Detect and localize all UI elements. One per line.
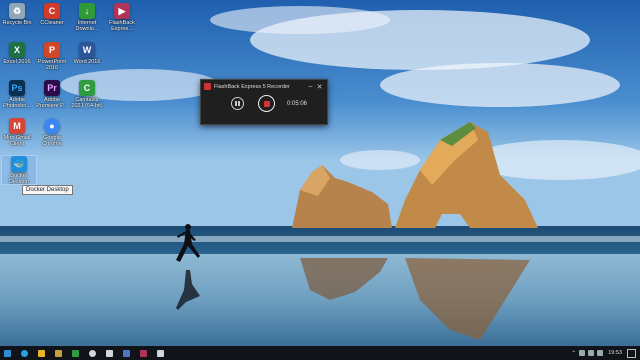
system-tray: ⌃ 19:53 [568,346,636,360]
close-button[interactable]: ✕ [315,83,324,91]
desktop-icon-area: ♻ Recycle Bin C CCleaner ↓ Internet Down… [0,0,150,346]
minimize-button[interactable]: – [306,83,315,90]
taskbar-app-2[interactable] [68,346,82,360]
desktop-icon-label: CCleaner [40,20,64,26]
desktop-icon-label: Excel 2016 [3,59,31,65]
photoshop-icon: Ps [9,80,25,96]
desktop-icon-label: FlashBack Expres... [109,20,135,32]
clock[interactable]: 19:53 [608,350,622,356]
powerpoint-icon: P [44,42,60,58]
taskbar-settings[interactable] [85,346,99,360]
desktop-icon-excel[interactable]: X Excel 2016 [0,42,34,65]
desktop-icon-label: PowerPoint 2016 [37,59,67,71]
recording-timer: 0:05:06 [287,100,308,107]
desktop-icon-camtasia[interactable]: C Camtasia 2021 (64-bit) [70,80,104,109]
taskbar-edge[interactable] [17,346,31,360]
excel-icon: X [9,42,25,58]
taskbar-flashback[interactable] [136,346,150,360]
desktop-icon-photoshop[interactable]: Ps Adobe Photosho... [0,80,34,109]
camtasia-icon: C [79,80,95,96]
recorder-window[interactable]: FlashBack Express 5 Recorder – ✕ 0:05:06 [200,79,328,125]
taskbar-app-1[interactable] [51,346,65,360]
volume-icon[interactable] [588,350,595,356]
app-icon-1 [54,349,62,357]
recorder-titlebar[interactable]: FlashBack Express 5 Recorder – ✕ [201,80,327,93]
desktop-icon-docker[interactable]: 🐳 Docker Desktop [1,155,37,185]
desktop-icon-label: Adobe Premiere P... [36,97,68,109]
desktop-icon-ccleaner[interactable]: C CCleaner [35,3,69,26]
app-icon-2 [71,349,79,357]
desktop-icon-internet-download[interactable]: ↓ Internet Downlo... [70,3,104,32]
recycle-bin-icon: ♻ [9,3,25,19]
desktop-icon-label: Docker Desktop [8,173,30,185]
notification-icon[interactable] [627,348,636,358]
premiere-icon: Pr [44,80,60,96]
taskbar-app-5[interactable] [153,346,167,360]
chrome-icon: ● [44,118,60,134]
recorder-controls: 0:05:06 [201,93,327,112]
word-icon: W [79,42,95,58]
desktop-icon-label: Camtasia 2021 (64-bit) [71,97,103,109]
app-icon-3 [105,349,113,357]
gmail-icon: M [9,118,25,134]
app-icon-4 [122,349,130,357]
download-icon: ↓ [79,3,95,19]
taskbar-app-3[interactable] [102,346,116,360]
app-icon-5 [156,349,164,357]
recorder-title: FlashBack Express 5 Recorder [214,83,290,90]
stop-record-button[interactable] [258,95,275,112]
taskbar: ⌃ 19:53 [0,346,640,360]
start-icon [3,349,11,357]
pause-button[interactable] [231,97,244,110]
network-icon[interactable] [579,350,586,356]
ccleaner-icon: C [44,3,60,19]
taskbar-app-4[interactable] [119,346,133,360]
desktop-icon-powerpoint[interactable]: P PowerPoint 2016 [35,42,69,71]
edge-icon [20,349,28,357]
desktop-icon-premiere[interactable]: Pr Adobe Premiere P... [35,80,69,109]
docker-icon: 🐳 [11,156,27,172]
flashback-logo-icon [204,83,211,90]
desktop-icon-flashback[interactable]: ▶ FlashBack Expres... [105,3,139,32]
desktop-icon-recycle-bin[interactable]: ♻ Recycle Bin [0,3,34,26]
settings-icon [88,349,96,357]
flashback-taskbar-icon [139,349,147,357]
language-icon[interactable] [597,350,604,356]
desktop-icon-label: Word 2016 [73,59,101,65]
start-button[interactable] [0,346,14,360]
desktop-icon-label: Google Chrome [42,135,62,147]
desktop-icon-word[interactable]: W Word 2016 [70,42,104,65]
stop-icon [263,100,270,107]
desktop-icon-label: Adobe Photosho... [3,97,31,109]
file-explorer-icon [37,349,45,357]
flashback-icon: ▶ [114,3,130,19]
desktop-icon-gmail-client[interactable]: M Miro Gmail Client [0,118,34,147]
desktop-icon-label: Miro Gmail Client [3,135,31,147]
desktop-icon-label: Recycle Bin [2,20,32,26]
tray-up-arrow-icon[interactable]: ⌃ [571,350,576,357]
desktop-icon-chrome[interactable]: ● Google Chrome [35,118,69,147]
desktop-icon-label: Internet Downlo... [75,20,99,32]
taskbar-file-explorer[interactable] [34,346,48,360]
docker-tooltip: Docker Desktop [22,185,73,195]
